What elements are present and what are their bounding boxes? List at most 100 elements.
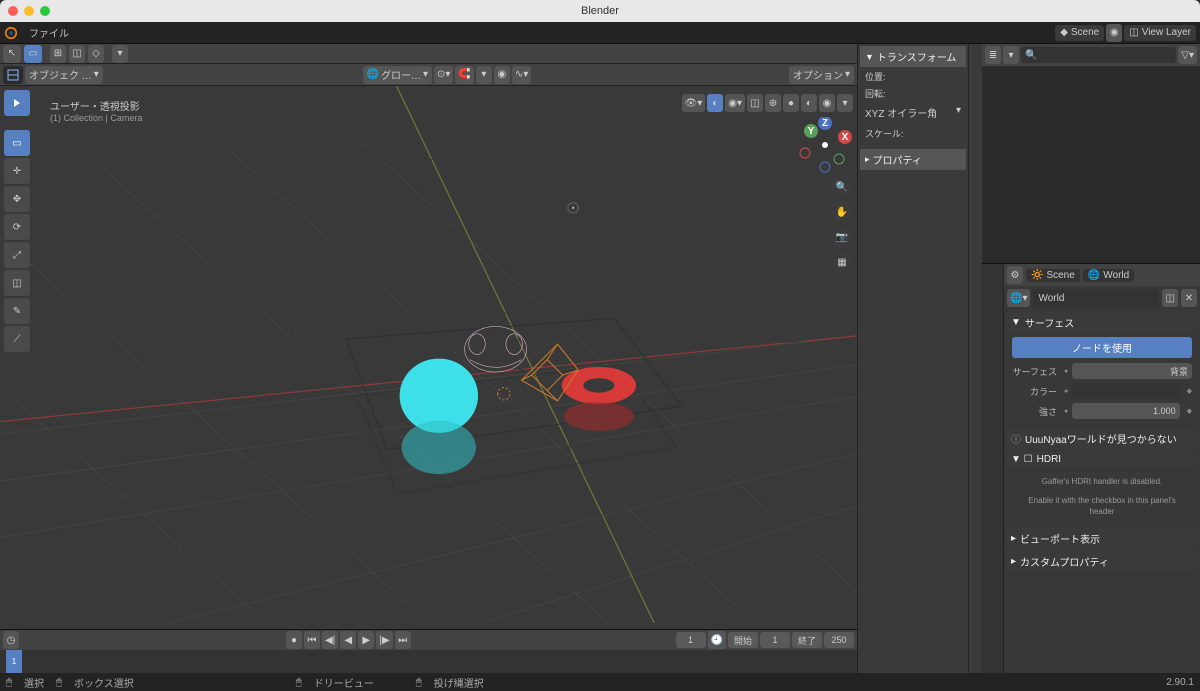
breadcrumb-scene[interactable]: 🔆 Scene bbox=[1026, 269, 1080, 282]
play-icon[interactable] bbox=[4, 90, 30, 116]
view3d-header: オブジェク … ▾ 🌐 グロー… ▾ ⊙▾ 🧲 ▾ ◉ ∿▾ オプション ▾ bbox=[0, 64, 857, 86]
tool-cursor-icon[interactable]: ↖ bbox=[3, 45, 21, 63]
world-link[interactable]: World bbox=[1033, 289, 1159, 307]
hdri-disabled-msg1: Gaffer's HDRI handler is disabled. bbox=[1012, 472, 1192, 491]
frame-start-field[interactable]: 1 bbox=[760, 632, 790, 648]
properties-editor-icon[interactable]: ⚙ bbox=[1007, 266, 1023, 284]
gizmo-icon[interactable]: ◐ bbox=[707, 94, 723, 112]
nav-gizmo[interactable]: X Y Z bbox=[797, 117, 853, 173]
playhead[interactable]: 1 bbox=[6, 650, 22, 673]
custom-props-header[interactable]: ▸ カスタムプロパティ bbox=[1006, 551, 1198, 572]
editor-type-icon[interactable] bbox=[3, 66, 23, 84]
color-swatch[interactable] bbox=[1072, 383, 1179, 399]
pin-icon[interactable]: ◉ bbox=[1106, 24, 1122, 42]
annotate-tool-icon[interactable]: ✎ bbox=[4, 298, 30, 324]
widget-icon[interactable]: ◇ bbox=[88, 45, 104, 63]
play-icon[interactable]: ▶ bbox=[358, 631, 374, 649]
strength-label: 強さ bbox=[1012, 405, 1057, 418]
cursor-tool-icon[interactable]: ✛ bbox=[4, 158, 30, 184]
npanel-tabs bbox=[968, 44, 982, 673]
rotate-tool-icon[interactable]: ⟳ bbox=[4, 214, 30, 240]
properties-panel-header[interactable]: ▸ プロパティ bbox=[860, 149, 966, 170]
measure-tool-icon[interactable]: ⟋ bbox=[4, 326, 30, 352]
frame-end-field[interactable]: 250 bbox=[824, 632, 854, 648]
dropdown-icon[interactable]: ▾ bbox=[112, 45, 128, 63]
jump-start-icon[interactable]: ⏮ bbox=[304, 631, 320, 649]
pan-icon[interactable]: ✋ bbox=[831, 201, 853, 223]
timeline: ◷ ● ⏮ ◀| ◀ ▶ |▶ ⏭ 1 🕘 開始 1 終了 250 1 bbox=[0, 629, 857, 673]
preview-range-icon[interactable]: 🕘 bbox=[708, 631, 726, 649]
current-frame-field[interactable]: 1 bbox=[676, 632, 706, 648]
tool-header: ↖ ▭ ⊞ ◫ ◇ ▾ bbox=[0, 44, 857, 64]
color-label: カラー bbox=[1012, 385, 1057, 398]
snap-type-icon[interactable]: ◫ bbox=[69, 45, 85, 63]
rotation-mode-dropdown[interactable]: XYZ オイラー角▾ bbox=[860, 103, 966, 122]
orientation-dropdown[interactable]: 🌐 グロー… ▾ bbox=[363, 66, 432, 84]
unlink-icon[interactable]: ✕ bbox=[1181, 289, 1197, 307]
hdri-disabled-msg2: Enable it with the checkbox in this pane… bbox=[1012, 491, 1192, 521]
pivot-icon[interactable]: ⊙▾ bbox=[434, 66, 453, 84]
search-icon: 🔍 bbox=[1025, 50, 1037, 61]
menu-ファイル[interactable]: ファイル bbox=[22, 22, 76, 43]
snap-elem-icon[interactable]: ▾ bbox=[476, 66, 492, 84]
persp-ortho-icon[interactable]: ▦ bbox=[831, 251, 853, 273]
mouse-left-icon: 🖱 bbox=[6, 677, 12, 688]
use-nodes-button[interactable]: ノードを使用 bbox=[1012, 337, 1192, 358]
snap-toggle-icon[interactable]: 🧲 bbox=[455, 66, 473, 84]
viewlayer-selector[interactable]: ◫ View Layer bbox=[1124, 25, 1196, 41]
timeline-editor-icon[interactable]: ◷ bbox=[3, 631, 19, 649]
mouse-right-icon: 🖱 bbox=[416, 677, 422, 688]
outliner-header: ≣ ▾ 🔍 ▽▾ bbox=[982, 44, 1200, 66]
rotation-label: 回転: bbox=[860, 84, 966, 101]
outliner-mode-icon[interactable]: ▾ bbox=[1003, 46, 1019, 64]
play-reverse-icon[interactable]: ◀ bbox=[340, 631, 356, 649]
timeline-ruler[interactable]: 1 bbox=[0, 650, 857, 673]
warn-panel[interactable]: ⓘ UuuNyaaワールドが見つからない bbox=[1006, 428, 1198, 449]
outliner-search[interactable]: 🔍 bbox=[1021, 47, 1176, 63]
breadcrumb-world[interactable]: 🌐 World bbox=[1083, 269, 1134, 282]
xray-icon[interactable]: ◫ bbox=[747, 94, 763, 112]
proportional-type-icon[interactable]: ∿▾ bbox=[512, 66, 531, 84]
keyframe-dot-icon[interactable]: ◆ bbox=[1187, 387, 1192, 395]
proportional-icon[interactable]: ◉ bbox=[494, 66, 510, 84]
surface-shader-field[interactable]: 背景 bbox=[1072, 363, 1192, 379]
timeline-header: ◷ ● ⏮ ◀| ◀ ▶ |▶ ⏭ 1 🕘 開始 1 終了 250 bbox=[0, 630, 857, 650]
scale-tool-icon[interactable]: ⤢ bbox=[4, 242, 30, 268]
shading-rendered-icon[interactable]: ◉ bbox=[819, 94, 835, 112]
snap-icon[interactable]: ⊞ bbox=[50, 45, 66, 63]
transform-tool-icon[interactable]: ◫ bbox=[4, 270, 30, 296]
scene-selector[interactable]: ◆ Scene bbox=[1055, 25, 1104, 41]
zoom-icon[interactable]: 🔍 bbox=[831, 176, 853, 198]
select-box-tool-icon[interactable]: ▭ bbox=[4, 130, 30, 156]
blender-logo-icon[interactable] bbox=[0, 22, 22, 43]
outliner-tree[interactable] bbox=[982, 66, 1200, 263]
camera-view-icon[interactable]: 📷 bbox=[831, 226, 853, 248]
prev-key-icon[interactable]: ◀| bbox=[322, 631, 338, 649]
shading-matprev-icon[interactable]: ◐ bbox=[801, 94, 817, 112]
autokey-icon[interactable]: ● bbox=[286, 631, 302, 649]
shading-solid-icon[interactable]: ● bbox=[783, 94, 799, 112]
strength-field[interactable]: 1.000 bbox=[1072, 403, 1179, 419]
move-tool-icon[interactable]: ✥ bbox=[4, 186, 30, 212]
jump-end-icon[interactable]: ⏭ bbox=[395, 631, 411, 649]
transform-panel-header[interactable]: ▼ トランスフォーム bbox=[860, 46, 966, 67]
shading-wire-icon[interactable]: ⊕ bbox=[765, 94, 781, 112]
surface-panel-header[interactable]: ▼ サーフェス bbox=[1006, 312, 1198, 333]
options-dropdown[interactable]: オプション ▾ bbox=[789, 66, 854, 84]
mode-selector[interactable]: オブジェク … ▾ bbox=[25, 66, 103, 84]
world-browse-icon[interactable]: 🌐▾ bbox=[1007, 289, 1030, 307]
visibility-icon[interactable]: 👁▾ bbox=[682, 94, 706, 112]
overlays-icon[interactable]: ◉▾ bbox=[725, 94, 745, 112]
filter-icon[interactable]: ▽▾ bbox=[1178, 46, 1197, 64]
viewport-3d[interactable]: ユーザー・透視投影 (1) Collection | Camera ▭ ✛ ✥ … bbox=[0, 86, 857, 629]
hdri-panel-header[interactable]: ▼ ☐ HDRI bbox=[1006, 451, 1198, 468]
tool-select-box-icon[interactable]: ▭ bbox=[24, 45, 42, 63]
shading-dropdown-icon[interactable]: ▾ bbox=[837, 94, 853, 112]
outliner-editor-icon[interactable]: ≣ bbox=[985, 46, 1001, 64]
keyframe-dot-icon[interactable]: ◆ bbox=[1187, 407, 1192, 415]
viewport-display-header[interactable]: ▸ ビューポート表示 bbox=[1006, 528, 1198, 549]
new-world-icon[interactable]: ◫ bbox=[1162, 289, 1178, 307]
frame-end-label: 終了 bbox=[792, 632, 822, 648]
mouse-left-icon: 🖱 bbox=[56, 677, 62, 688]
next-key-icon[interactable]: |▶ bbox=[376, 631, 392, 649]
